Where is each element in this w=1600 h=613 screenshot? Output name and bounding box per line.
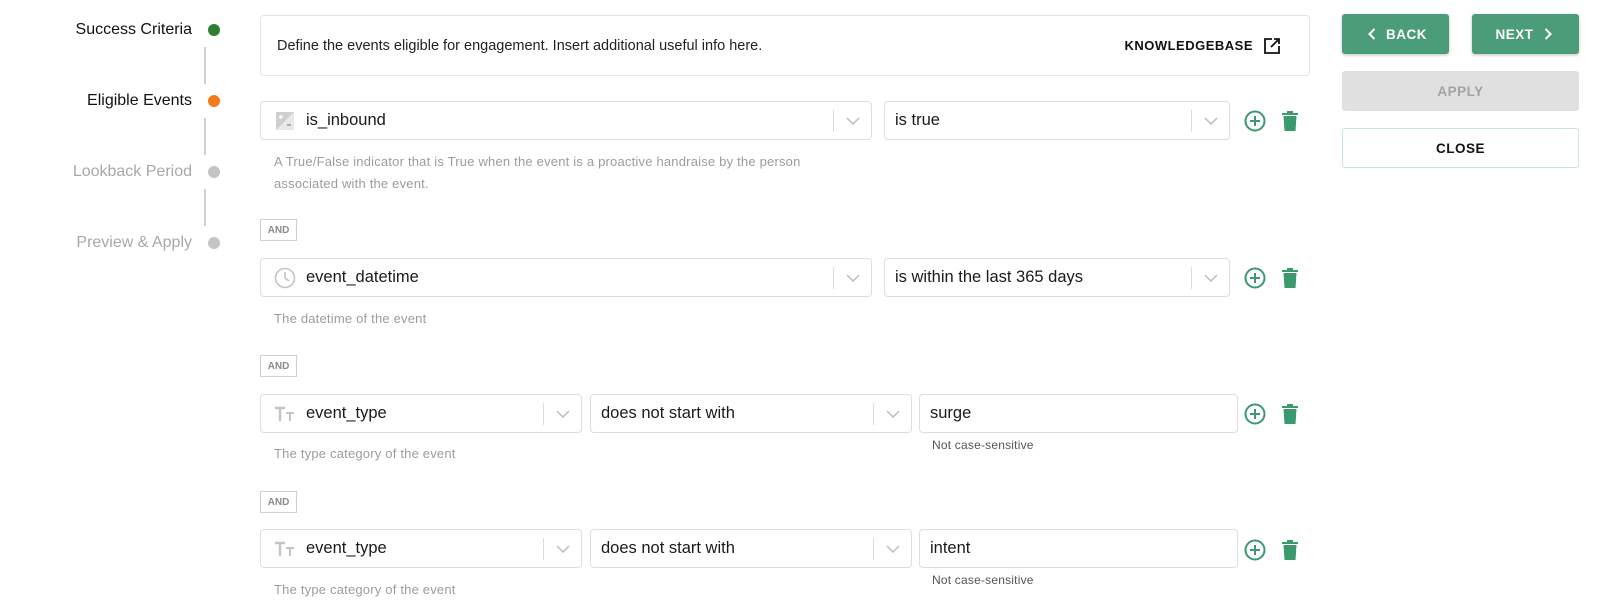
field-description: The datetime of the event [274, 311, 427, 326]
field-value: event_datetime [306, 268, 419, 286]
operator-select[interactable]: is within the last 365 days [884, 258, 1230, 297]
next-button[interactable]: NEXT [1472, 14, 1579, 54]
add-condition-button[interactable] [1243, 538, 1267, 562]
chevron-down-icon[interactable] [544, 409, 581, 418]
plus-circle-icon [1244, 110, 1266, 132]
add-condition-button[interactable] [1243, 109, 1267, 133]
step-pending-dot-icon [208, 166, 220, 178]
chevron-down-icon[interactable] [874, 544, 911, 553]
operator-select[interactable]: does not start with [590, 394, 912, 433]
chevron-down-icon[interactable] [1192, 116, 1229, 125]
plus-circle-icon [1244, 539, 1266, 561]
field-description: The type category of the event [274, 582, 456, 597]
step-complete-dot-icon [208, 24, 220, 36]
field-value: event_type [306, 404, 387, 422]
chevron-down-icon[interactable] [874, 409, 911, 418]
delete-condition-button[interactable] [1278, 538, 1302, 562]
trash-icon [1282, 268, 1298, 288]
chevron-down-icon[interactable] [834, 273, 871, 282]
delete-condition-button[interactable] [1278, 109, 1302, 133]
step-label: Eligible Events [87, 92, 192, 109]
step-current-dot-icon [208, 95, 220, 107]
step-connector [204, 118, 206, 155]
plus-circle-icon [1244, 403, 1266, 425]
text-type-icon [274, 538, 296, 560]
clock-icon [274, 267, 296, 289]
text-type-icon [274, 403, 296, 425]
step-eligible-events[interactable]: Eligible Events [87, 89, 220, 113]
step-pending-dot-icon [208, 237, 220, 249]
add-condition-button[interactable] [1243, 266, 1267, 290]
value-input[interactable]: intent [919, 529, 1238, 568]
field-select[interactable]: event_type [260, 529, 582, 568]
case-sensitivity-hint: Not case-sensitive [932, 438, 1034, 452]
operator-value: is true [895, 111, 940, 129]
and-connector-badge: AND [260, 355, 297, 377]
operator-value: does not start with [601, 539, 735, 557]
field-value: event_type [306, 539, 387, 557]
info-text: Define the events eligible for engagemen… [277, 37, 763, 54]
close-button[interactable]: CLOSE [1342, 128, 1579, 168]
add-condition-button[interactable] [1243, 402, 1267, 426]
operator-value: does not start with [601, 404, 735, 422]
field-value: is_inbound [306, 111, 386, 129]
field-select[interactable]: is_inbound [260, 101, 872, 140]
chevron-down-icon[interactable] [834, 116, 871, 125]
and-connector-badge: AND [260, 491, 297, 513]
info-banner: Define the events eligible for engagemen… [260, 15, 1310, 76]
operator-value: is within the last 365 days [895, 268, 1084, 286]
step-connector [204, 47, 206, 84]
step-connector [204, 189, 206, 226]
apply-button[interactable]: APPLY [1342, 71, 1579, 111]
step-label: Preview & Apply [76, 234, 192, 251]
knowledgebase-label: KNOWLEDGEBASE [1124, 38, 1253, 53]
step-label: Lookback Period [72, 163, 192, 180]
field-description: The type category of the event [274, 446, 456, 461]
step-lookback-period[interactable]: Lookback Period [73, 160, 220, 184]
external-link-icon [1264, 37, 1280, 54]
chevron-left-icon [1368, 28, 1376, 40]
chevron-down-icon[interactable] [544, 544, 581, 553]
chevron-right-icon [1544, 28, 1552, 40]
step-preview-apply[interactable]: Preview & Apply [76, 231, 220, 255]
trash-icon [1282, 404, 1298, 424]
chevron-down-icon[interactable] [1192, 273, 1229, 282]
plus-circle-icon [1244, 267, 1266, 289]
field-select[interactable]: event_datetime [260, 258, 872, 297]
and-connector-badge: AND [260, 219, 297, 241]
back-button[interactable]: BACK [1342, 14, 1449, 54]
step-success-criteria[interactable]: Success Criteria [76, 18, 220, 42]
next-label: NEXT [1495, 26, 1534, 42]
delete-condition-button[interactable] [1278, 402, 1302, 426]
operator-select[interactable]: does not start with [590, 529, 912, 568]
trash-icon [1282, 111, 1298, 131]
knowledgebase-link[interactable]: KNOWLEDGEBASE [1124, 37, 1281, 55]
step-label: Success Criteria [75, 21, 192, 38]
field-select[interactable]: event_type [260, 394, 582, 433]
operator-select[interactable]: is true [884, 101, 1230, 140]
field-description: A True/False indicator that is True when… [274, 154, 801, 191]
trash-icon [1282, 540, 1298, 560]
case-sensitivity-hint: Not case-sensitive [932, 573, 1034, 587]
back-label: BACK [1386, 26, 1427, 42]
value-input[interactable]: surge [919, 394, 1238, 433]
boolean-icon [274, 110, 296, 132]
delete-condition-button[interactable] [1278, 266, 1302, 290]
